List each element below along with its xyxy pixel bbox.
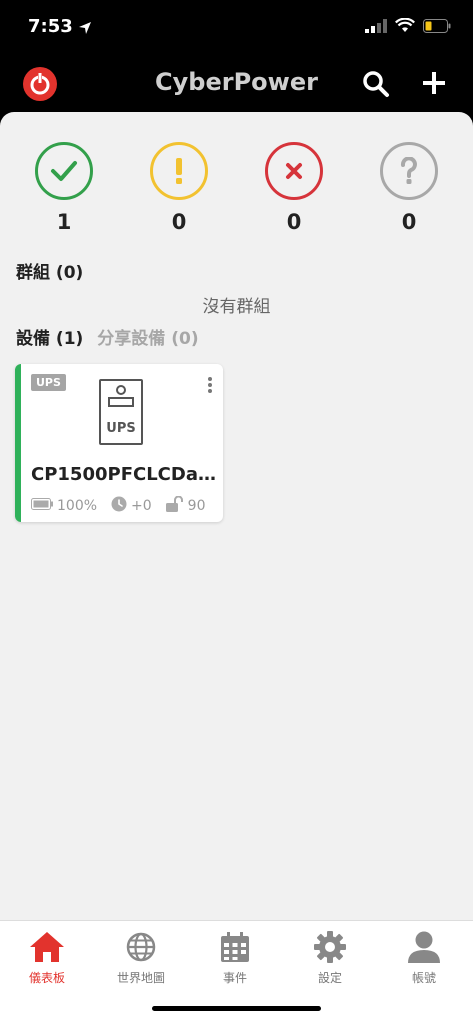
location-arrow-icon (78, 20, 92, 39)
status-critical-count: 0 (286, 210, 302, 234)
exclamation-icon (150, 142, 208, 200)
search-icon[interactable] (362, 70, 390, 102)
unlock-icon (165, 495, 184, 516)
runtime-value: +0 (131, 498, 152, 514)
status-normal[interactable]: 1 (24, 142, 104, 234)
status-unknown-count: 0 (401, 210, 417, 234)
question-icon (380, 142, 438, 200)
clock-icon (111, 496, 127, 516)
status-warning-count: 0 (171, 210, 187, 234)
home-indicator (152, 1006, 321, 1011)
battery-level-value: 100% (57, 498, 98, 514)
globe-icon (94, 929, 188, 965)
device-stats: 100% +0 90 (31, 495, 220, 516)
device-name: CP1500PFCLCDa... (31, 464, 217, 485)
status-critical[interactable]: 0 (254, 142, 334, 234)
add-icon[interactable] (420, 69, 448, 101)
ups-icon-label: UPS (106, 421, 136, 436)
x-icon (265, 142, 323, 200)
tab-events[interactable]: 事件 (188, 929, 282, 986)
status-normal-count: 1 (56, 210, 72, 234)
user-icon (377, 929, 471, 965)
wifi-icon (395, 17, 415, 37)
dashboard-content: 1 0 0 0 群組 (0) 沒有群組 設備 (1) 分享設備 (0) UPS (0, 112, 473, 920)
calendar-icon (188, 929, 282, 965)
device-card[interactable]: UPS UPS CP1500PFCLCDa... 100% +0 90 (15, 364, 223, 522)
tab-settings-label: 設定 (317, 971, 342, 985)
tab-account[interactable]: 帳號 (377, 929, 471, 986)
groups-heading: 群組 (0) (16, 263, 84, 283)
load-value: 90 (187, 498, 206, 514)
device-status-bar (15, 364, 21, 522)
tab-dashboard[interactable]: 儀表板 (0, 929, 94, 986)
status-warning[interactable]: 0 (139, 142, 219, 234)
tab-devices[interactable]: 設備 (1) (16, 324, 83, 349)
device-type-badge: UPS (31, 374, 66, 391)
battery-icon (423, 18, 451, 37)
tab-world-map-label: 世界地圖 (116, 971, 165, 985)
brand-title: CyberPower (155, 68, 318, 96)
status-unknown[interactable]: 0 (369, 142, 449, 234)
more-options-icon[interactable] (207, 376, 213, 398)
tab-dashboard-label: 儀表板 (28, 971, 65, 985)
tab-settings[interactable]: 設定 (283, 929, 377, 986)
home-icon (0, 929, 94, 965)
gear-icon (283, 929, 377, 965)
check-icon (35, 142, 93, 200)
device-tabs: 設備 (1) 分享設備 (0) (16, 324, 199, 349)
status-bar: 7:53 (0, 0, 473, 56)
tab-shared-devices[interactable]: 分享設備 (0) (97, 324, 198, 349)
tab-world-map[interactable]: 世界地圖 (94, 929, 188, 986)
tab-events-label: 事件 (222, 971, 247, 985)
battery-level-icon (31, 498, 53, 514)
ups-device-icon: UPS (99, 379, 143, 445)
tab-account-label: 帳號 (411, 971, 436, 985)
nav-bar: CyberPower (0, 56, 473, 112)
cellular-signal-icon (365, 18, 387, 37)
groups-empty-text: 沒有群組 (202, 297, 271, 317)
status-time: 7:53 (28, 16, 73, 37)
